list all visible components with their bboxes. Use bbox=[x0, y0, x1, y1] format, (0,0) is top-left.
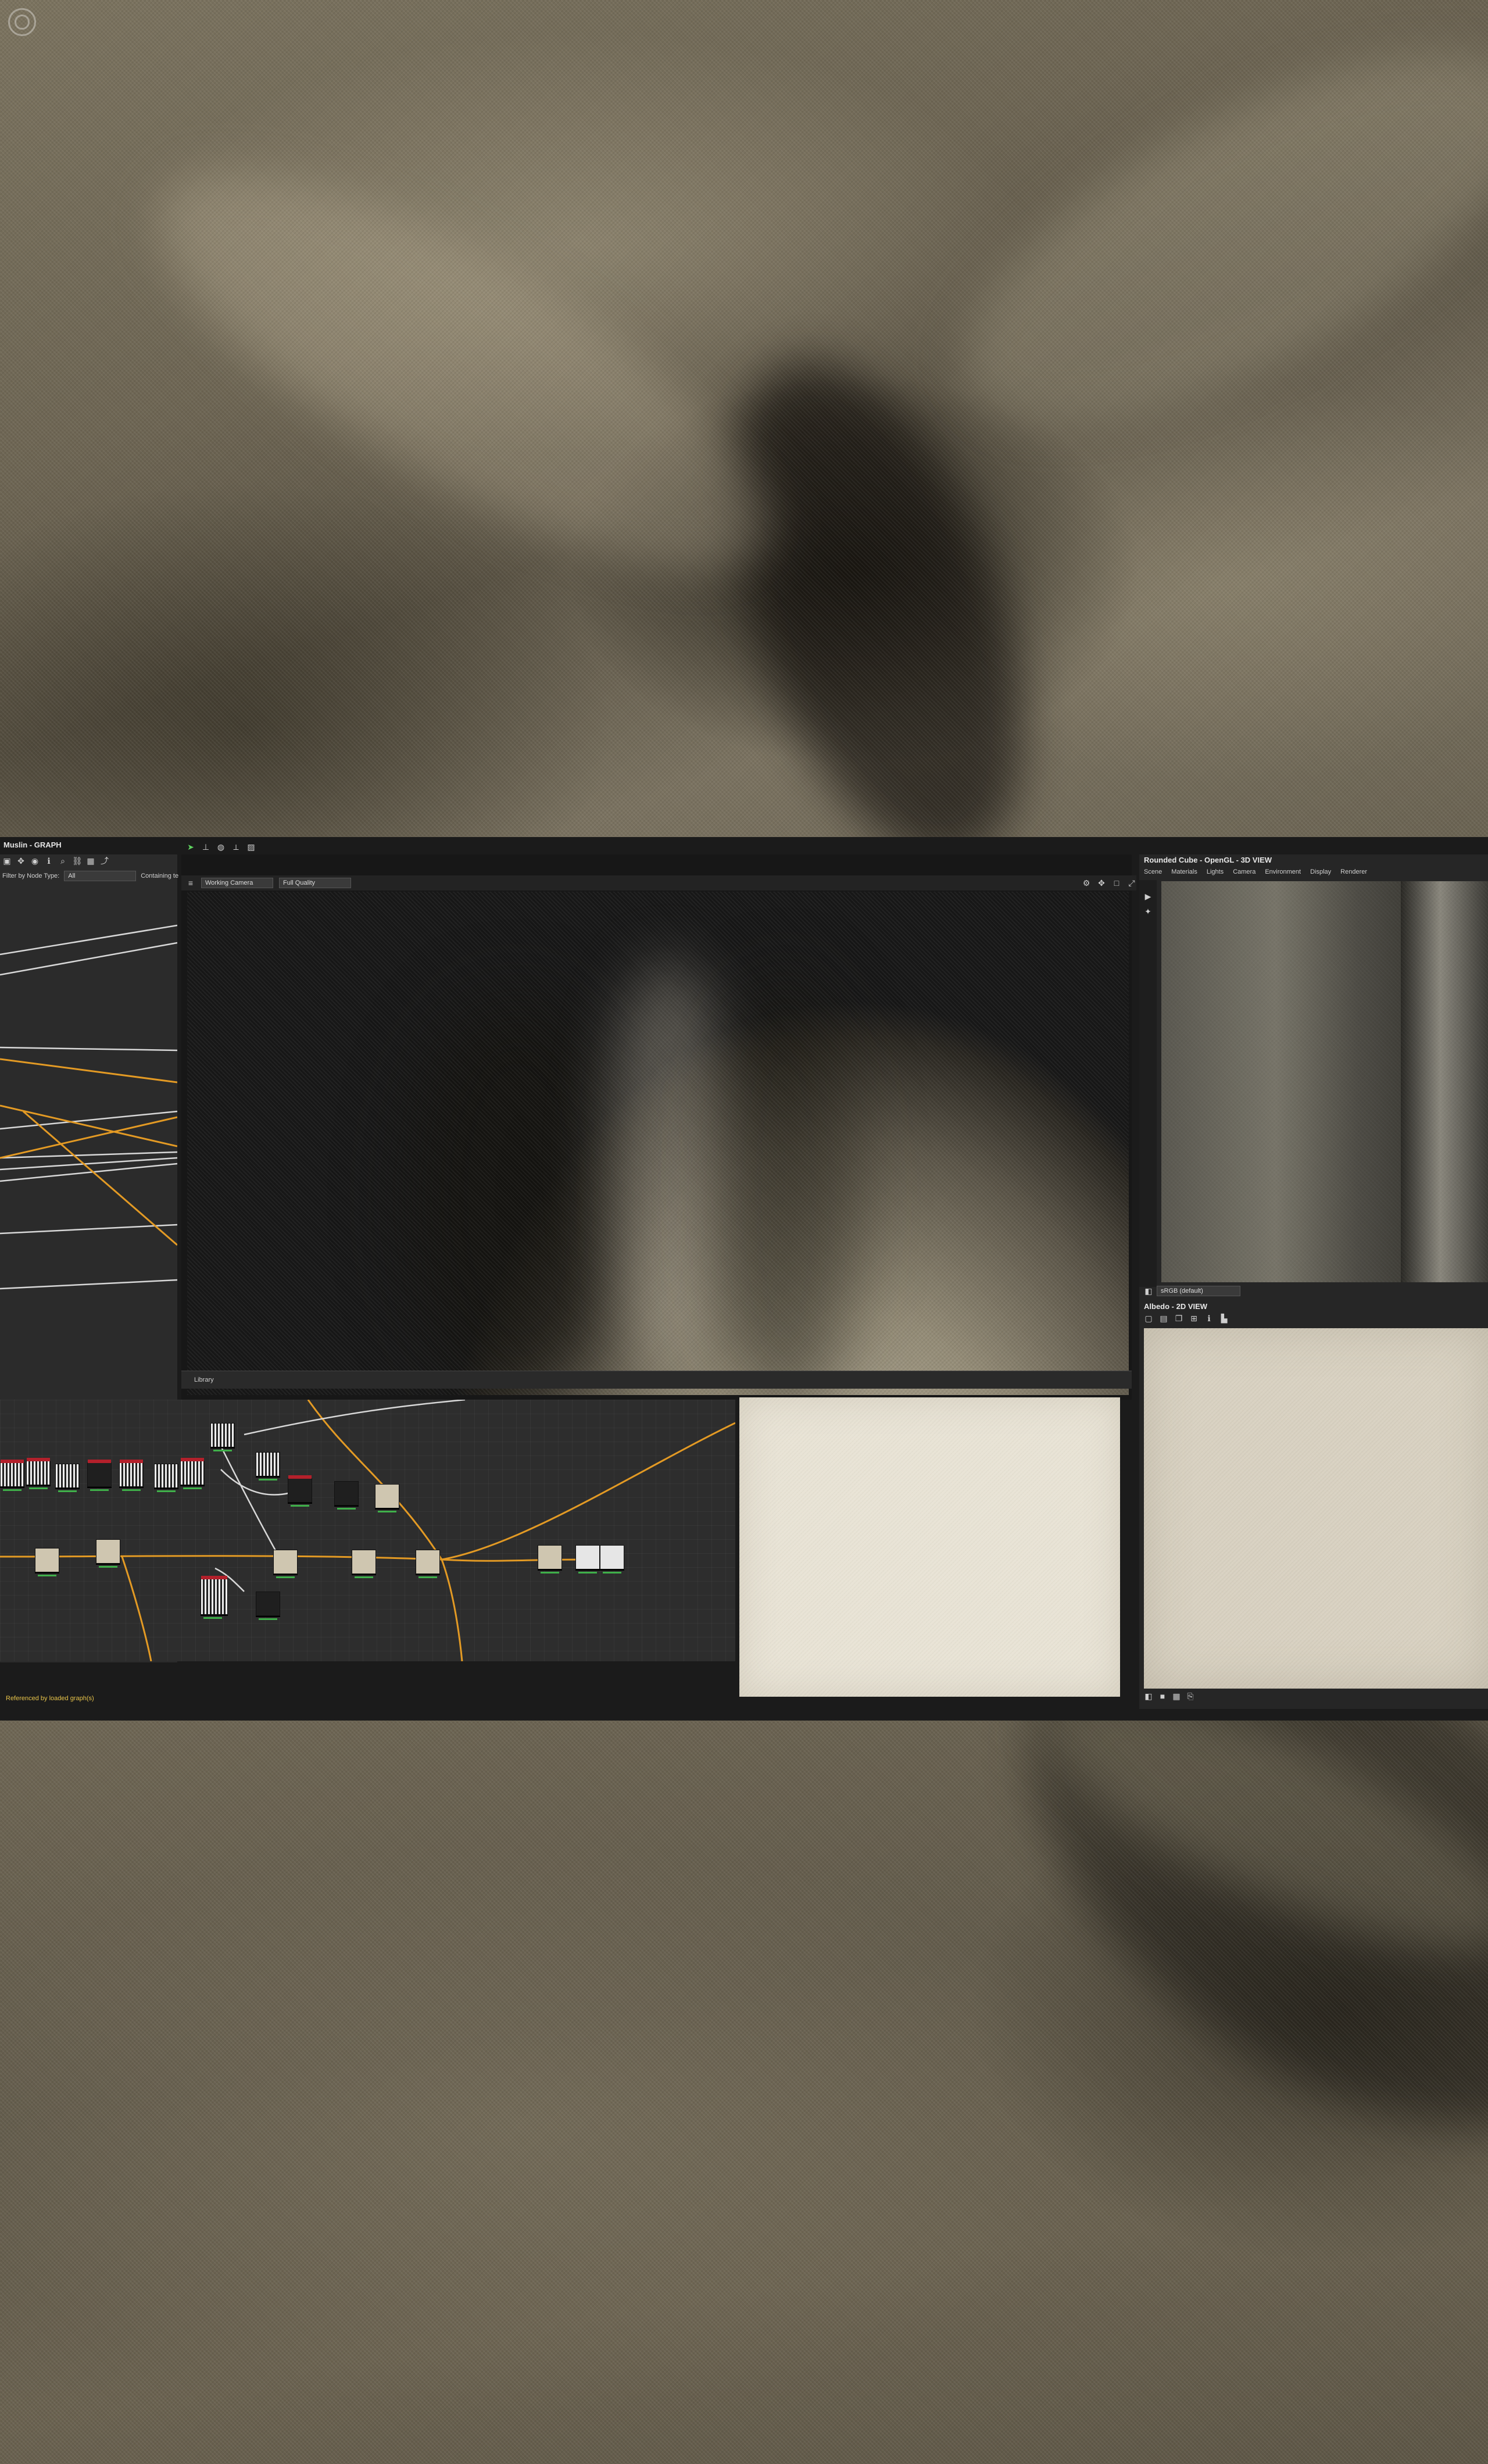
color-icon[interactable]: ◧ bbox=[1144, 1286, 1153, 1296]
info-icon[interactable]: ℹ bbox=[44, 856, 53, 866]
settings-icon[interactable]: ⚙ bbox=[1082, 878, 1091, 888]
graph-node[interactable] bbox=[273, 1550, 298, 1578]
graph-toolbar: ▣ ✥ ◉ ℹ ⌕ ⛓ ▦ ⤴ bbox=[0, 853, 109, 868]
graph-node[interactable] bbox=[87, 1460, 112, 1491]
filter-label: Filter by Node Type: bbox=[2, 872, 60, 879]
sphere-icon[interactable]: ◍ bbox=[216, 842, 226, 852]
histogram-icon[interactable]: ▙ bbox=[1219, 1314, 1229, 1323]
3d-view-side-tools: ▶ ✦ bbox=[1139, 880, 1157, 1287]
albedo-preview-large[interactable] bbox=[739, 1397, 1120, 1697]
3d-view-menu: Scene Materials Lights Camera Environmen… bbox=[1144, 868, 1367, 875]
menu-environment[interactable]: Environment bbox=[1265, 868, 1301, 875]
watermark-logo bbox=[8, 8, 36, 36]
grid-icon[interactable]: ▦ bbox=[86, 856, 95, 866]
copy-icon[interactable]: ❐ bbox=[1174, 1314, 1183, 1323]
2d-view-title: Albedo - 2D VIEW bbox=[1144, 1302, 1208, 1311]
graph-node[interactable] bbox=[26, 1458, 51, 1489]
export-icon[interactable]: ⎘ bbox=[1186, 1691, 1195, 1701]
graph-node[interactable] bbox=[256, 1452, 280, 1480]
3d-view-footer: ◧ sRGB (default) bbox=[1144, 1286, 1240, 1296]
menu-camera[interactable]: Camera bbox=[1233, 868, 1256, 875]
menu-display[interactable]: Display bbox=[1310, 868, 1331, 875]
2d-view-footer: ◧ ■ ▦ ⎘ bbox=[1144, 1691, 1195, 1701]
share-icon[interactable]: ⤴ bbox=[100, 856, 109, 866]
search-icon[interactable]: ⌕ bbox=[58, 856, 67, 866]
graph-connections bbox=[0, 924, 177, 1290]
2d-view-toolbar: ▢ ▤ ❐ ⊞ ℹ ▙ bbox=[1144, 1314, 1229, 1323]
link-icon[interactable]: ⛓ bbox=[72, 856, 83, 866]
axis-icon[interactable]: ⊥ bbox=[201, 842, 210, 852]
graph-node[interactable] bbox=[375, 1484, 399, 1512]
render-icon[interactable]: ▨ bbox=[246, 842, 256, 852]
frame-icon[interactable]: ▣ bbox=[2, 856, 12, 866]
node-links bbox=[0, 1400, 735, 1661]
channel-icon[interactable]: ◧ bbox=[1144, 1691, 1153, 1701]
2d-view-canvas[interactable] bbox=[1144, 1328, 1488, 1689]
alpha-icon[interactable]: ■ bbox=[1158, 1691, 1167, 1701]
graph-node[interactable] bbox=[352, 1550, 376, 1578]
graph-node[interactable] bbox=[575, 1545, 600, 1573]
node-type-select[interactable]: All bbox=[64, 871, 137, 881]
fabric-render-bottom bbox=[0, 1721, 1488, 2464]
graph-node[interactable] bbox=[154, 1464, 178, 1492]
graph-title: Muslin - GRAPH bbox=[3, 841, 62, 849]
frame-view-icon[interactable]: □ bbox=[1112, 878, 1121, 888]
graph-node[interactable] bbox=[416, 1550, 440, 1578]
light-icon[interactable]: ✦ bbox=[1143, 907, 1153, 916]
graph-node[interactable] bbox=[334, 1481, 359, 1510]
popout-icon[interactable]: ⤢ bbox=[1127, 878, 1136, 888]
graph-node[interactable] bbox=[256, 1592, 280, 1620]
video-camera-icon[interactable]: ▶ bbox=[1143, 892, 1153, 901]
menu-renderer[interactable]: Renderer bbox=[1340, 868, 1367, 875]
graph-node[interactable] bbox=[96, 1539, 120, 1568]
graph-node[interactable] bbox=[600, 1545, 624, 1573]
colorspace-select[interactable]: sRGB (default) bbox=[1157, 1286, 1240, 1296]
filter-row: Filter by Node Type: All Containing te bbox=[0, 868, 178, 884]
move-view-icon[interactable]: ✥ bbox=[1097, 878, 1106, 888]
graph-node[interactable] bbox=[35, 1548, 59, 1576]
camera-icon[interactable]: ◉ bbox=[30, 856, 40, 866]
view-icon[interactable]: ▢ bbox=[1144, 1314, 1153, 1323]
menu-icon[interactable]: ≡ bbox=[186, 878, 195, 888]
save-icon[interactable]: ▤ bbox=[1159, 1314, 1168, 1323]
viewport-3d[interactable]: ➤ ⊥ ◍ ⟂ ▨ ≡ Working Camera Full Quality … bbox=[181, 839, 1136, 1400]
select-arrow-icon[interactable]: ➤ bbox=[186, 842, 195, 852]
status-message: Referenced by loaded graph(s) bbox=[6, 1695, 94, 1702]
graph-node[interactable] bbox=[0, 1460, 24, 1491]
viewport-top-tools: ➤ ⊥ ◍ ⟂ ▨ bbox=[181, 839, 1136, 854]
menu-scene[interactable]: Scene bbox=[1144, 868, 1162, 875]
menu-materials[interactable]: Materials bbox=[1171, 868, 1197, 875]
substance-designer-window: Muslin - GRAPH ▣ ✥ ◉ ℹ ⌕ ⛓ ▦ ⤴ Filter by… bbox=[0, 837, 1488, 1721]
3d-view-canvas[interactable] bbox=[1161, 881, 1488, 1282]
graph-node[interactable] bbox=[288, 1475, 312, 1507]
containing-label: Containing te bbox=[141, 872, 179, 879]
graph-node[interactable] bbox=[538, 1545, 562, 1573]
3d-view-title: Rounded Cube - OpenGL - 3D VIEW bbox=[1144, 856, 1272, 864]
graph-node[interactable] bbox=[180, 1458, 205, 1489]
graph-node[interactable] bbox=[210, 1423, 235, 1451]
right-panel: Rounded Cube - OpenGL - 3D VIEW Scene Ma… bbox=[1139, 854, 1488, 1709]
graph-node[interactable] bbox=[201, 1576, 228, 1619]
transform-icon[interactable]: ⟂ bbox=[231, 842, 241, 852]
graph-node[interactable] bbox=[55, 1464, 80, 1492]
library-bar: Library bbox=[181, 1371, 1132, 1389]
info-icon[interactable]: ℹ bbox=[1204, 1314, 1214, 1323]
graph-node[interactable] bbox=[119, 1460, 144, 1491]
library-tab[interactable]: Library bbox=[194, 1376, 214, 1383]
camera-select[interactable]: Working Camera bbox=[201, 878, 273, 888]
tile-icon[interactable]: ⊞ bbox=[1189, 1314, 1199, 1323]
move-icon[interactable]: ✥ bbox=[16, 856, 26, 866]
node-graph[interactable] bbox=[0, 1400, 735, 1661]
fabric-render-top bbox=[0, 0, 1488, 837]
menu-lights[interactable]: Lights bbox=[1207, 868, 1224, 875]
tile-mode-icon[interactable]: ▦ bbox=[1172, 1691, 1181, 1701]
quality-select[interactable]: Full Quality bbox=[279, 878, 351, 888]
3d-render-view[interactable] bbox=[187, 892, 1129, 1395]
viewport-toolbar: ≡ Working Camera Full Quality ⚙ ✥ □ ⤢ bbox=[181, 875, 1136, 891]
